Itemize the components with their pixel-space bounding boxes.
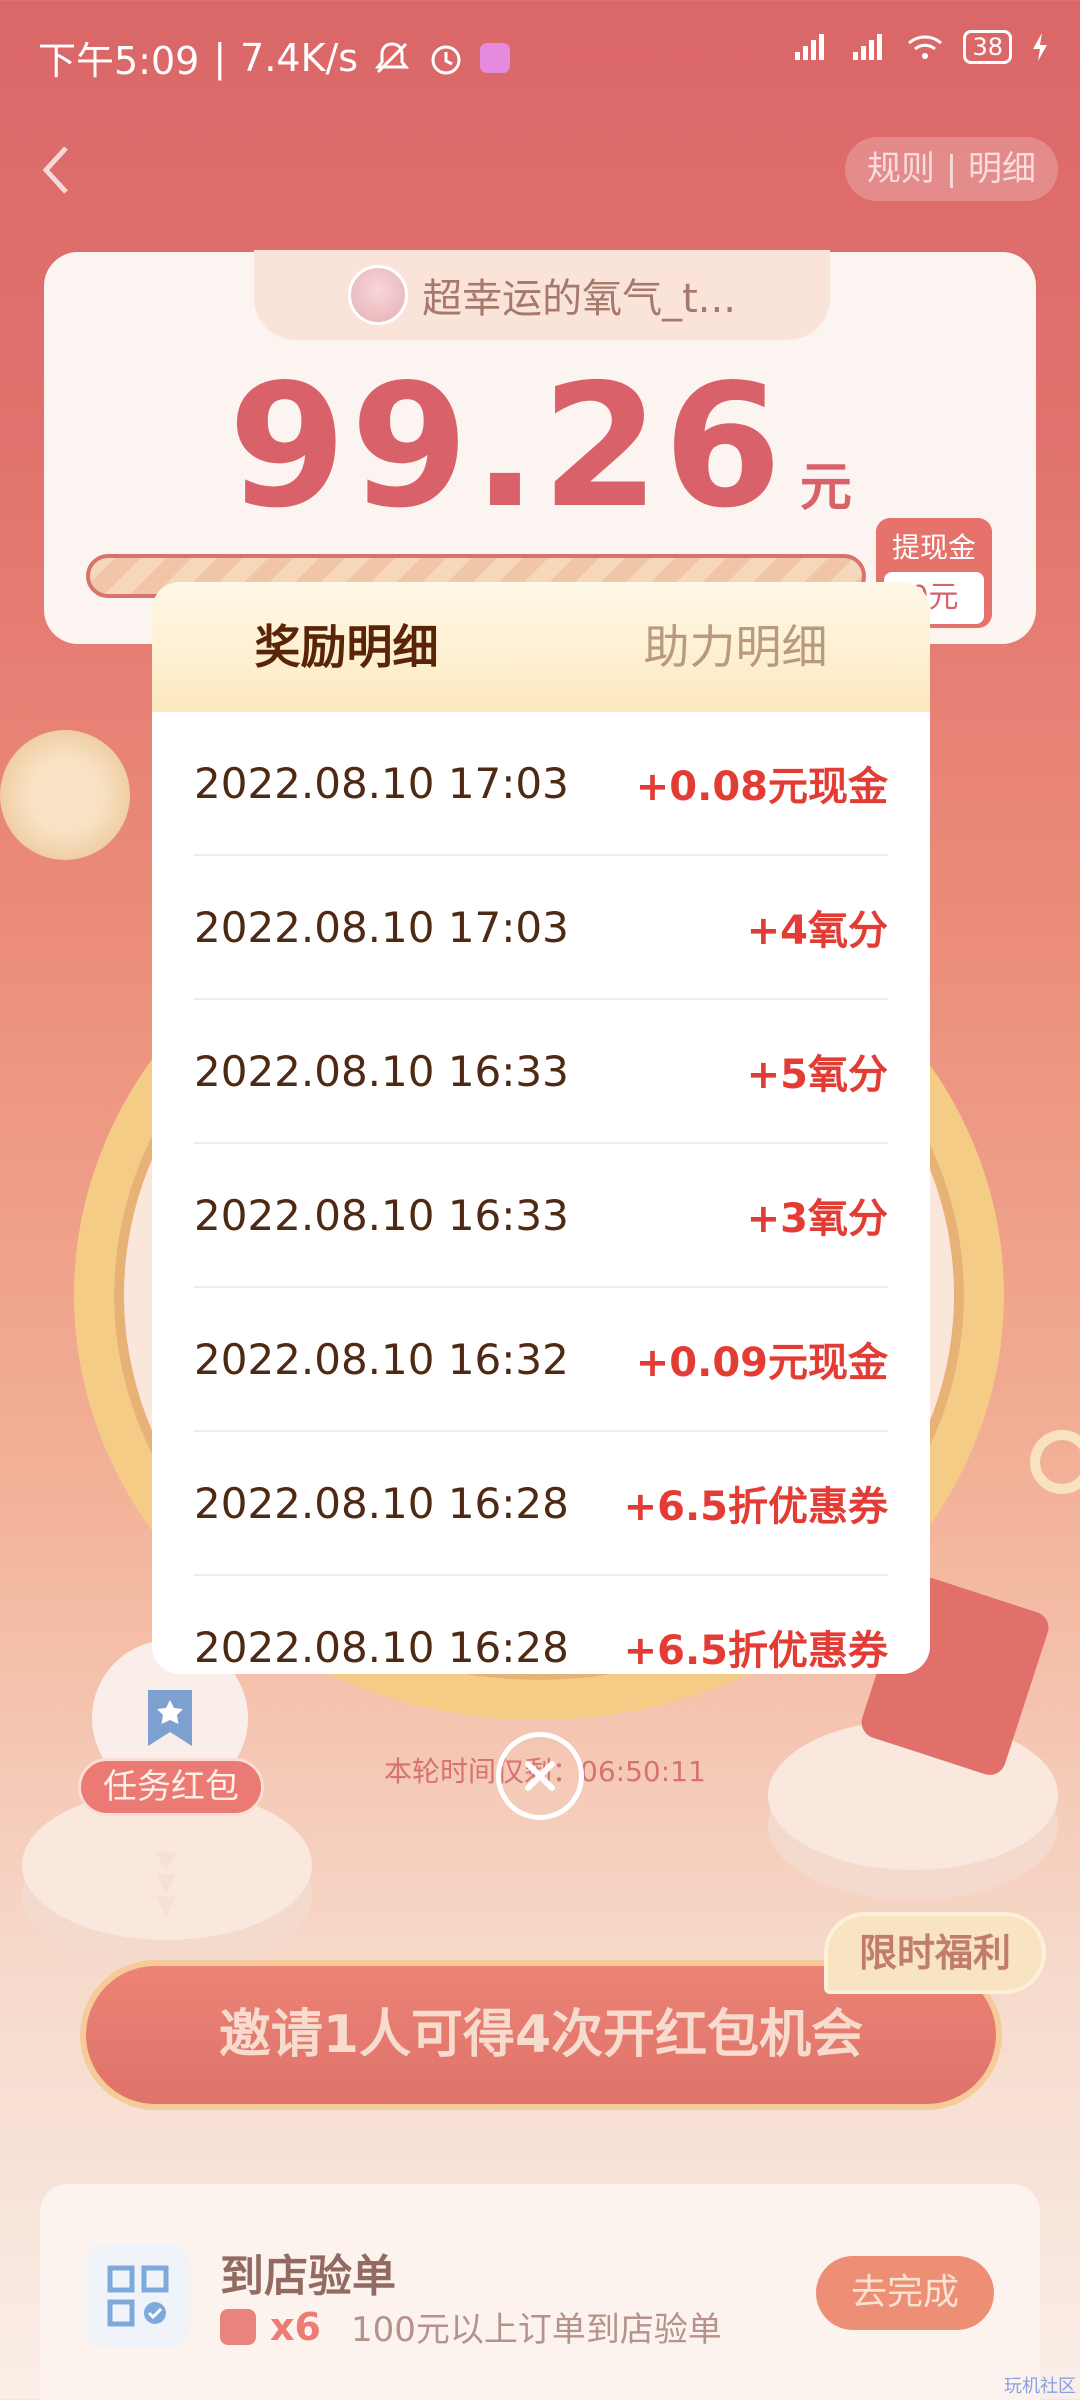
record-time: 2022.08.10 16:28 <box>194 1622 569 1672</box>
record-time: 2022.08.10 16:33 <box>194 1046 569 1096</box>
record-time: 2022.08.10 17:03 <box>194 902 569 952</box>
record-reward: +0.09元现金 <box>635 1340 888 1386</box>
record-time: 2022.08.10 16:28 <box>194 1478 569 1528</box>
tab-reward-detail[interactable]: 奖励明细 <box>152 582 541 712</box>
tab-assist-detail[interactable]: 助力明细 <box>541 582 930 712</box>
record-reward: +6.5折优惠券 <box>623 1484 888 1530</box>
record-reward: +0.08元现金 <box>635 764 888 810</box>
record-reward: +3氧分 <box>746 1196 888 1242</box>
record-time: 2022.08.10 16:33 <box>194 1190 569 1240</box>
record-list[interactable]: 2022.08.10 17:03 +0.08元现金 2022.08.10 17:… <box>152 712 930 1674</box>
record-reward: +6.5折优惠券 <box>623 1628 888 1674</box>
list-item: 2022.08.10 16:33 +3氧分 <box>194 1144 888 1288</box>
record-reward: +5氧分 <box>746 1052 888 1098</box>
modal-tabs: 奖励明细 助力明细 <box>152 582 930 712</box>
close-modal-button[interactable] <box>496 1732 584 1820</box>
list-item: 2022.08.10 16:28 +6.5折优惠券 <box>194 1576 888 1675</box>
record-time: 2022.08.10 16:32 <box>194 1334 569 1384</box>
list-item: 2022.08.10 16:33 +5氧分 <box>194 1000 888 1144</box>
record-time: 2022.08.10 17:03 <box>194 758 569 808</box>
list-item: 2022.08.10 16:28 +6.5折优惠券 <box>194 1432 888 1576</box>
reward-detail-modal: 奖励明细 助力明细 2022.08.10 17:03 +0.08元现金 2022… <box>152 582 930 1674</box>
record-reward: +4氧分 <box>746 908 888 954</box>
list-item: 2022.08.10 16:32 +0.09元现金 <box>194 1288 888 1432</box>
list-item: 2022.08.10 17:03 +4氧分 <box>194 856 888 1000</box>
list-item: 2022.08.10 17:03 +0.08元现金 <box>194 712 888 856</box>
close-icon <box>525 1761 555 1791</box>
